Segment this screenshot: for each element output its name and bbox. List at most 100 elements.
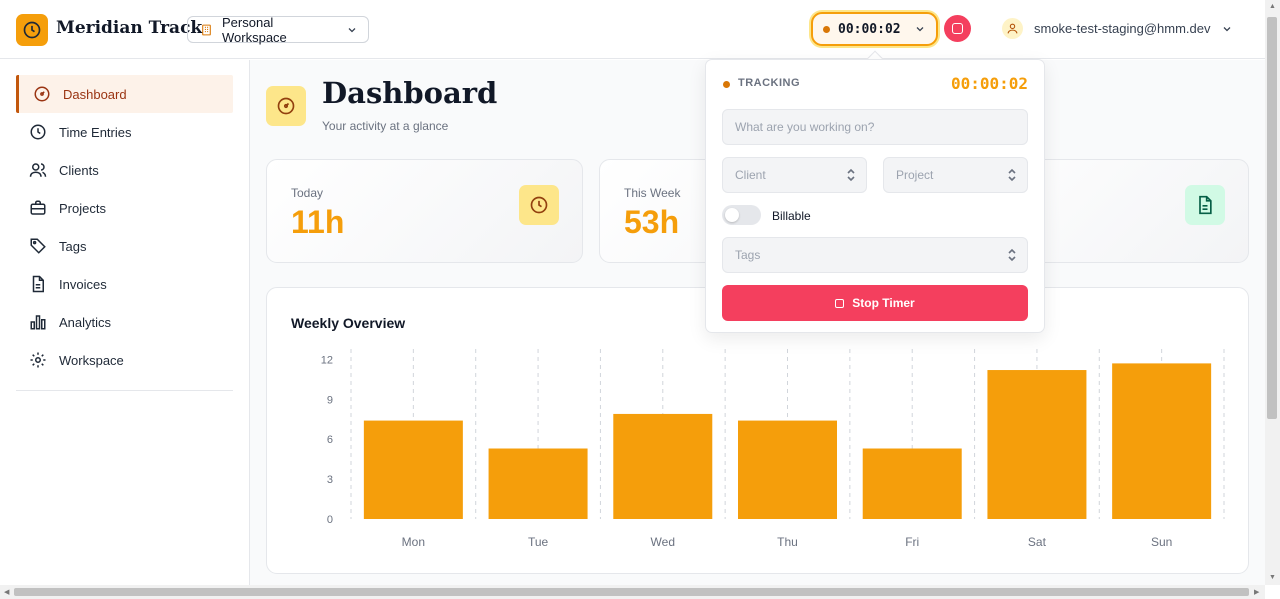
client-select-label: Client xyxy=(735,168,766,182)
sidebar-item-label: Workspace xyxy=(59,352,124,368)
workspace-selector[interactable]: Personal Workspace xyxy=(187,14,369,45)
project-select[interactable]: Project xyxy=(883,157,1028,193)
scroll-up-icon[interactable]: ▲ xyxy=(1269,3,1276,10)
x-tick-label: Tue xyxy=(528,535,549,549)
sidebar-item-tags[interactable]: Tags xyxy=(16,227,233,265)
sidebar-item-projects[interactable]: Projects xyxy=(16,189,233,227)
user-email: smoke-test-staging@hmm.dev xyxy=(1034,21,1211,36)
x-tick-label: Sat xyxy=(1028,535,1047,549)
horizontal-scrollbar[interactable]: ◀ ▶ xyxy=(0,585,1265,599)
bar-sun xyxy=(1112,363,1212,519)
y-tick-label: 0 xyxy=(327,514,333,526)
scroll-left-icon[interactable]: ◀ xyxy=(4,588,9,596)
bar-fri xyxy=(862,448,962,519)
tags-select[interactable]: Tags xyxy=(722,237,1028,273)
timer-toggle-button[interactable]: 00:00:02 xyxy=(811,12,938,46)
stop-timer-button[interactable]: Stop Timer xyxy=(722,285,1028,321)
sidebar: Dashboard Time Entries Clients Projects … xyxy=(0,60,250,585)
y-tick-label: 12 xyxy=(321,354,333,366)
stat-value: 53h xyxy=(624,204,680,240)
chevron-down-icon xyxy=(348,27,356,32)
workspace-label: Personal Workspace xyxy=(222,14,287,45)
sidebar-item-workspace[interactable]: Workspace xyxy=(16,341,233,379)
timer-popover: TRACKING 00:00:02 What are you working o… xyxy=(705,59,1045,333)
horizontal-scroll-thumb[interactable] xyxy=(14,588,1249,596)
gauge-icon xyxy=(266,86,306,126)
description-input[interactable]: What are you working on? xyxy=(722,109,1028,145)
tag-icon xyxy=(30,238,46,254)
vertical-scroll-thumb[interactable] xyxy=(1267,17,1277,419)
sidebar-item-clients[interactable]: Clients xyxy=(16,151,233,189)
sidebar-item-label: Clients xyxy=(59,162,99,178)
stat-card-today: Today 11h xyxy=(266,159,583,263)
stop-timer-label: Stop Timer xyxy=(852,296,915,310)
sidebar-divider xyxy=(16,390,233,391)
chevron-up-down-icon xyxy=(847,168,855,182)
chevron-up-down-icon xyxy=(1008,168,1016,182)
chevron-down-icon xyxy=(916,27,924,32)
toggle-knob xyxy=(725,208,739,222)
stat-label: This Week xyxy=(624,186,681,200)
sidebar-item-label: Analytics xyxy=(59,314,112,330)
chevron-up-down-icon xyxy=(1008,248,1016,262)
bar-wed xyxy=(613,413,713,519)
clock-icon xyxy=(30,124,46,140)
x-tick-label: Mon xyxy=(402,535,425,549)
y-tick-label: 3 xyxy=(327,474,333,486)
billable-toggle[interactable] xyxy=(722,205,761,225)
tracking-dot xyxy=(823,25,830,33)
vertical-scrollbar[interactable]: ▲ ▼ xyxy=(1265,0,1280,585)
sidebar-item-label: Invoices xyxy=(59,276,107,292)
bar-mon xyxy=(363,420,463,519)
x-tick-label: Thu xyxy=(777,535,798,549)
stop-icon xyxy=(952,23,963,34)
gauge-icon xyxy=(34,86,50,102)
user-menu[interactable]: smoke-test-staging@hmm.dev xyxy=(1002,18,1233,39)
scroll-right-icon[interactable]: ▶ xyxy=(1254,588,1259,596)
x-tick-label: Wed xyxy=(651,535,675,549)
tracking-dot xyxy=(723,81,730,88)
sidebar-item-analytics[interactable]: Analytics xyxy=(16,303,233,341)
stop-icon xyxy=(835,298,845,308)
popover-timer: 00:00:02 xyxy=(950,74,1028,93)
project-select-label: Project xyxy=(896,168,934,182)
sidebar-item-invoices[interactable]: Invoices xyxy=(16,265,233,303)
client-select[interactable]: Client xyxy=(722,157,867,193)
x-tick-label: Sun xyxy=(1151,535,1172,549)
app-title[interactable]: Meridian Track xyxy=(56,18,202,38)
y-tick-label: 9 xyxy=(327,394,333,406)
tags-select-label: Tags xyxy=(735,248,761,262)
tracking-status: TRACKING xyxy=(738,77,801,89)
users-icon xyxy=(29,163,47,177)
y-tick-label: 6 xyxy=(327,434,333,446)
header-timer: 00:00:02 xyxy=(838,21,901,37)
sidebar-nav: Dashboard Time Entries Clients Projects … xyxy=(16,75,233,379)
bar-chart-icon xyxy=(30,315,46,330)
x-tick-label: Fri xyxy=(905,535,919,549)
avatar xyxy=(1002,18,1023,39)
scroll-down-icon[interactable]: ▼ xyxy=(1269,574,1276,581)
document-icon xyxy=(1185,185,1225,225)
stat-label: Today xyxy=(291,186,324,200)
clock-icon xyxy=(519,185,559,225)
building-icon xyxy=(202,24,211,35)
chevron-down-icon xyxy=(1224,26,1231,31)
quick-stop-button[interactable] xyxy=(944,15,971,42)
sidebar-item-label: Projects xyxy=(59,200,106,216)
user-icon xyxy=(1007,23,1018,34)
gear-icon xyxy=(30,352,46,368)
bar-tue xyxy=(488,448,588,519)
sidebar-item-dashboard[interactable]: Dashboard xyxy=(16,75,233,113)
logo-clock-icon xyxy=(16,14,48,46)
page-subtitle: Your activity at a glance xyxy=(322,119,449,133)
bar-thu xyxy=(738,420,837,519)
file-icon xyxy=(32,275,44,293)
stat-value: 11h xyxy=(291,204,345,240)
sidebar-item-label: Dashboard xyxy=(63,86,127,102)
top-header: Meridian Track Personal Workspace 00:00:… xyxy=(0,0,1265,59)
billable-label: Billable xyxy=(772,209,811,223)
sidebar-item-label: Time Entries xyxy=(59,124,132,140)
sidebar-item-label: Tags xyxy=(59,238,87,254)
briefcase-icon xyxy=(30,200,46,215)
sidebar-item-time-entries[interactable]: Time Entries xyxy=(16,113,233,151)
